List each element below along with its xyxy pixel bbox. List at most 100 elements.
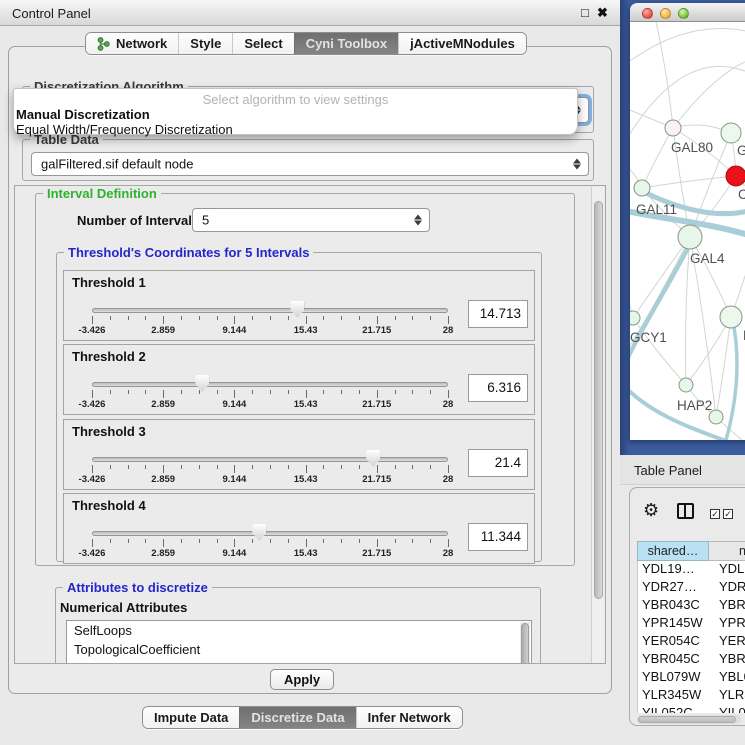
slider-scale-labels: -3.4262.8599.14415.4321.71528 xyxy=(92,548,448,560)
table-row[interactable]: YBL079WYBL0 xyxy=(638,669,745,687)
slider-ticks xyxy=(92,390,448,399)
label-gcy1: GCY1 xyxy=(630,330,667,345)
settings-vertical-scrollbar[interactable] xyxy=(591,187,604,663)
float-window-icon[interactable]: □ xyxy=(581,5,589,20)
zoom-window-icon[interactable] xyxy=(678,8,689,19)
node-h[interactable] xyxy=(720,306,742,328)
threshold-3-value-field[interactable]: 21.4 xyxy=(468,449,528,477)
table-row[interactable]: YBR043CYBR0 xyxy=(638,597,745,615)
list-item[interactable]: SelfLoops xyxy=(67,621,531,640)
control-panel-titlebar: Control Panel □ ✖ xyxy=(0,0,620,26)
tab-jactivemnodules-label: jActiveMNodules xyxy=(410,36,515,51)
slider-ticks xyxy=(92,465,448,474)
threshold-4-value-field[interactable]: 11.344 xyxy=(468,523,528,551)
threshold-4-slider-track[interactable] xyxy=(92,531,448,536)
node-red-selected[interactable] xyxy=(726,166,745,186)
attributes-group-label: Attributes to discretize xyxy=(63,580,212,595)
tab-jactivemnodules[interactable]: jActiveMNodules xyxy=(398,33,526,54)
numerical-attributes-list[interactable]: SelfLoops TopologicalCoefficient Between… xyxy=(66,620,532,664)
numerical-attributes-label: Numerical Attributes xyxy=(60,600,187,615)
tab-cyni-toolbox[interactable]: Cyni Toolbox xyxy=(294,33,398,54)
network-canvas[interactable]: GAL80 GA C GAL11 GAL4 GCY1 H HAP2 xyxy=(630,22,745,440)
interval-definition-label: Interval Definition xyxy=(43,186,161,201)
network-graph: GAL80 GA C GAL11 GAL4 GCY1 H HAP2 xyxy=(630,22,745,440)
table-horizontal-scrollbar[interactable] xyxy=(637,715,741,724)
threshold-1-label: Threshold 1 xyxy=(72,275,146,290)
tab-infer-network-label: Infer Network xyxy=(368,710,451,725)
table-row[interactable]: YBR045CYBR0 xyxy=(638,651,745,669)
list-item[interactable]: BetweennessCentrality xyxy=(67,659,531,664)
tab-style[interactable]: Style xyxy=(178,33,232,54)
node-hap2[interactable] xyxy=(679,378,693,392)
slider-scale-labels: -3.4262.8599.14415.4321.71528 xyxy=(92,399,448,411)
threshold-3-slider-track[interactable] xyxy=(92,457,448,462)
table-panel-title: Table Panel xyxy=(634,463,702,478)
threshold-2-panel: Threshold 2 -3.4262.8599.14415.4321.7152… xyxy=(63,344,535,415)
node-gal80[interactable] xyxy=(665,120,681,136)
tab-impute-data[interactable]: Impute Data xyxy=(143,707,239,728)
label-gal11: GAL11 xyxy=(636,202,677,217)
table-header-row: shared… na xyxy=(637,541,745,561)
threshold-4-panel: Threshold 4 -3.4262.8599.14415.4321.7152… xyxy=(63,493,535,564)
dropdown-option-manual[interactable]: Manual Discretization xyxy=(14,107,577,122)
control-panel-tabs: Network Style Select Cyni Toolbox jActiv… xyxy=(85,32,527,55)
apply-button[interactable]: Apply xyxy=(270,669,334,690)
table-data-combobox[interactable]: galFiltered.sif default node xyxy=(31,152,589,176)
number-of-intervals-combobox[interactable]: 5 xyxy=(192,208,430,232)
thresholds-group: Threshold's Coordinates for 5 Intervals … xyxy=(56,252,542,562)
list-item[interactable]: TopologicalCoefficient xyxy=(67,640,531,659)
table-row[interactable]: YDR27…YDR2 xyxy=(638,579,745,597)
cyni-mode-tabs: Impute Data Discretize Data Infer Networ… xyxy=(142,706,463,729)
gear-icon[interactable]: ⚙ xyxy=(643,501,659,519)
column-header-name[interactable]: na xyxy=(709,541,745,561)
close-panel-icon[interactable]: ✖ xyxy=(597,5,608,21)
list-scrollbar[interactable] xyxy=(520,622,530,664)
threshold-3-label: Threshold 3 xyxy=(72,424,146,439)
label-hap2: HAP2 xyxy=(677,398,712,413)
tab-discretize-data-label: Discretize Data xyxy=(251,710,344,725)
columns-icon[interactable] xyxy=(677,503,694,519)
threshold-1-value-field[interactable]: 14.713 xyxy=(468,300,528,328)
tab-impute-data-label: Impute Data xyxy=(154,710,228,725)
threshold-3-panel: Threshold 3 -3.4262.8599.14415.4321.7152… xyxy=(63,419,535,490)
checkbox-icon[interactable]: ✓ xyxy=(723,509,733,519)
node-gal11[interactable] xyxy=(634,180,650,196)
threshold-2-label: Threshold 2 xyxy=(72,349,146,364)
dropdown-option-equal-width[interactable]: Equal Width/Frequency Discretization xyxy=(14,122,577,137)
column-header-shared-name[interactable]: shared… xyxy=(637,541,709,561)
table-row[interactable]: YDL19…YDL1 xyxy=(638,561,745,579)
algorithm-dropdown-popup: Select algorithm to view settings Manual… xyxy=(13,88,578,135)
label-gal80: GAL80 xyxy=(671,140,713,155)
table-row[interactable]: YIL052CYIL0 xyxy=(638,705,745,713)
number-of-intervals-label: Number of Intervals xyxy=(77,213,199,228)
scrollbar-thumb[interactable] xyxy=(638,716,736,723)
threshold-1-panel: Threshold 1 -3.4262.8599.14415.4321.7152… xyxy=(63,270,535,341)
threshold-1-slider-track[interactable] xyxy=(92,308,448,313)
node-gcy1[interactable] xyxy=(630,311,640,325)
control-panel-title: Control Panel xyxy=(12,6,91,21)
network-window-titlebar[interactable] xyxy=(630,3,745,22)
table-rows: YDL19…YDL1 YDR27…YDR2 YBR043CYBR0 YPR145… xyxy=(637,561,745,713)
minimize-window-icon[interactable] xyxy=(660,8,671,19)
tab-infer-network[interactable]: Infer Network xyxy=(356,707,462,728)
table-row[interactable]: YLR345WYLR3 xyxy=(638,687,745,705)
number-of-intervals-value: 5 xyxy=(202,213,209,228)
dropdown-prompt: Select algorithm to view settings xyxy=(14,92,577,107)
tab-network-label: Network xyxy=(116,36,167,51)
threshold-2-slider-track[interactable] xyxy=(92,382,448,387)
table-row[interactable]: YER054CYER0 xyxy=(638,633,745,651)
scrollbar-thumb[interactable] xyxy=(594,201,603,599)
close-window-icon[interactable] xyxy=(642,8,653,19)
node-gal4[interactable] xyxy=(678,225,702,249)
node-ga[interactable] xyxy=(721,123,741,143)
interval-definition-group: Interval Definition Number of Intervals … xyxy=(35,193,575,566)
checkbox-icon[interactable]: ✓ xyxy=(710,509,720,519)
table-row[interactable]: YPR145WYPR1 xyxy=(638,615,745,633)
threshold-2-value-field[interactable]: 6.316 xyxy=(468,374,528,402)
tab-discretize-data[interactable]: Discretize Data xyxy=(239,707,355,728)
table-data-group: Table Data galFiltered.sif default node xyxy=(22,139,594,181)
tab-network[interactable]: Network xyxy=(86,33,178,54)
tab-select[interactable]: Select xyxy=(232,33,293,54)
label-c: C xyxy=(738,187,745,202)
node-attribute-table: shared… na YDL19…YDL1 YDR27…YDR2 YBR043C… xyxy=(637,541,745,713)
